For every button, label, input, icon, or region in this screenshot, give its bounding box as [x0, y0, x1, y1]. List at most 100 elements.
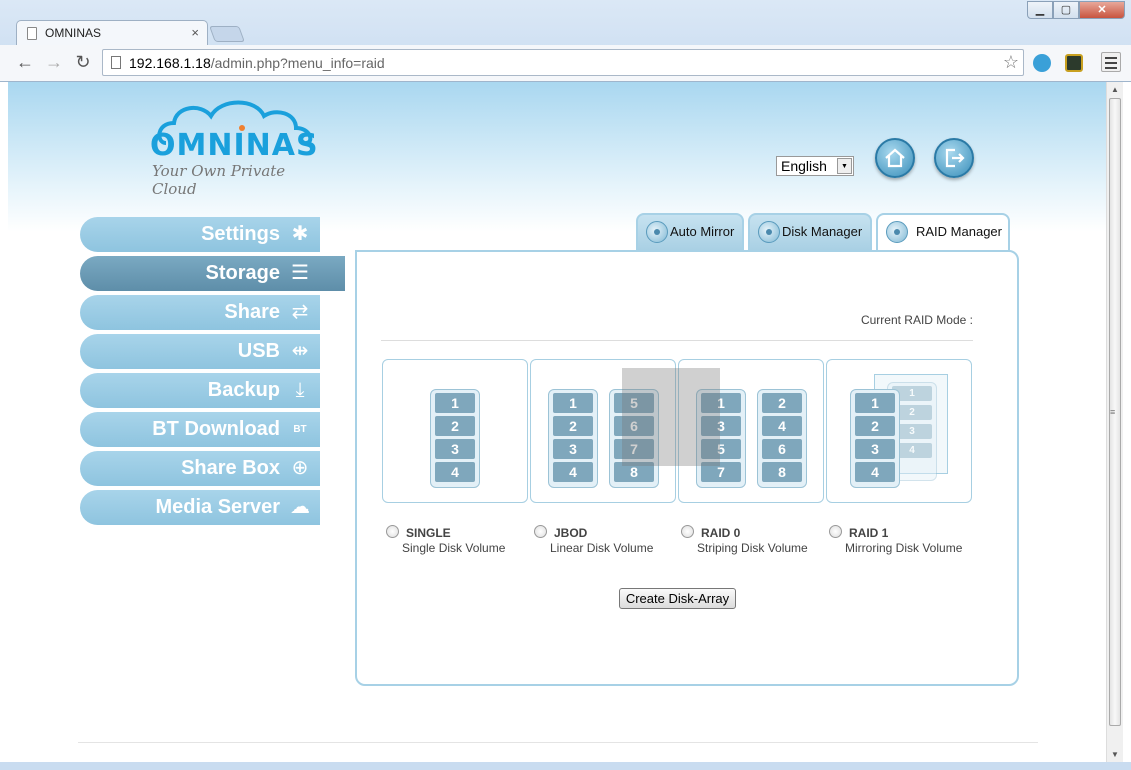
create-disk-array-button[interactable]: Create Disk-Array	[619, 588, 736, 609]
window-controls: ▁ ▢ ✕	[1027, 1, 1125, 19]
watermark-overlay	[622, 368, 720, 466]
sidebar-item-share-box[interactable]: Share Box ⊕	[80, 451, 320, 486]
tab-disk-manager[interactable]: Disk Manager	[748, 213, 872, 250]
scroll-down-icon[interactable]: ▼	[1111, 750, 1119, 759]
radio-raid0[interactable]	[681, 525, 694, 538]
raid-option-desc: Single Disk Volume	[402, 541, 506, 555]
bt-download-icon: BT	[293, 424, 307, 435]
sidebar-item-label: BT Download	[152, 418, 280, 440]
storage-stack-icon: ☰	[291, 262, 309, 284]
browser-toolbar: ← → ↻ 192.168.1.18/admin.php?menu_info=r…	[0, 45, 1131, 81]
minimize-button[interactable]: ▁	[1027, 1, 1053, 19]
disk-slot: 6	[762, 439, 802, 459]
tab-raid-manager[interactable]: RAID Manager	[876, 213, 1010, 252]
sidebar-item-label: Settings	[201, 223, 280, 245]
sidebar-item-label: Media Server	[155, 496, 280, 518]
window-bottom-frame	[0, 762, 1131, 770]
reload-icon[interactable]: ↻	[72, 52, 94, 73]
language-select[interactable]: English ▼	[776, 156, 854, 176]
tab-auto-mirror[interactable]: Auto Mirror	[636, 213, 744, 250]
logo-tagline: Your Own Private Cloud	[152, 162, 286, 198]
disk-icon	[646, 221, 668, 243]
home-icon	[885, 148, 905, 168]
skype-extension-icon[interactable]	[1033, 54, 1051, 72]
new-tab-button[interactable]	[209, 26, 245, 42]
tab-close-icon[interactable]: ×	[191, 25, 199, 40]
disk-stack: 2 4 6 8	[757, 389, 807, 488]
sidebar-item-label: Storage	[205, 262, 280, 284]
language-value: English	[781, 158, 827, 174]
disk-slot: 4	[553, 462, 593, 482]
url-path: /admin.php?menu_info=raid	[210, 55, 385, 71]
back-icon[interactable]: ←	[14, 52, 36, 73]
raid-manager-panel: Current RAID Mode : 1 2 3 4 1 2 3 4 5 6 …	[355, 250, 1019, 686]
sidebar-item-backup[interactable]: Backup ⤓	[80, 373, 320, 408]
current-raid-mode-label: Current RAID Mode :	[860, 313, 973, 327]
disk-stack: 1 2 3 4	[430, 389, 480, 488]
page-viewport: OMNINAS Your Own Private Cloud English ▼…	[8, 82, 1106, 762]
sidebar-item-settings[interactable]: Settings ✱	[80, 217, 320, 252]
tab-label: RAID Manager	[916, 224, 1002, 239]
radio-single[interactable]	[386, 525, 399, 538]
url-host: 192.168.1.18	[129, 55, 211, 71]
disk-stack: 1 2 3 4	[548, 389, 598, 488]
raid-option-desc: Striping Disk Volume	[697, 541, 808, 555]
logo-text: OMNINAS	[150, 128, 319, 163]
disk-slot: 2	[435, 416, 475, 436]
radio-jbod[interactable]	[534, 525, 547, 538]
sidebar-item-bt-download[interactable]: BT Download BT	[80, 412, 320, 447]
disk-slot: 2	[762, 393, 802, 413]
sidebar-item-usb[interactable]: USB ⇹	[80, 334, 320, 369]
url-text: 192.168.1.18/admin.php?menu_info=raid	[129, 55, 385, 71]
extension-icon[interactable]	[1065, 54, 1083, 72]
disk-slot: 8	[762, 462, 802, 482]
media-server-icon: ☁	[290, 496, 310, 518]
tab-label: Disk Manager	[782, 224, 863, 239]
disk-slot: 1	[435, 393, 475, 413]
sidebar-item-storage[interactable]: Storage ☰	[80, 256, 345, 291]
raid-option-desc: Mirroring Disk Volume	[845, 541, 963, 555]
disk-slot: 3	[435, 439, 475, 459]
forward-icon[interactable]: →	[43, 52, 65, 73]
divider	[381, 340, 973, 341]
raid-diagram-raid1[interactable]: 1 2 3 4 1 2 3 4	[826, 359, 972, 503]
disk-slot: 4	[855, 462, 895, 482]
browser-menu-icon[interactable]	[1101, 52, 1121, 72]
vertical-scrollbar[interactable]: ▲ ≡ ▼	[1106, 82, 1123, 762]
sidebar-item-share[interactable]: Share ⇄	[80, 295, 320, 330]
disk-slot: 4	[762, 416, 802, 436]
sidebar-item-media-server[interactable]: Media Server ☁	[80, 490, 320, 525]
share-arrows-icon: ⇄	[291, 301, 309, 323]
disk-slot: 1	[553, 393, 593, 413]
page-favicon-icon	[27, 27, 37, 40]
bookmark-star-icon[interactable]: ☆	[1003, 52, 1019, 73]
radio-raid1[interactable]	[829, 525, 842, 538]
browser-tab[interactable]: OMNINAS ×	[16, 20, 208, 45]
logout-button[interactable]	[934, 138, 974, 178]
raid-option-name: JBOD	[554, 526, 588, 540]
chevron-down-icon[interactable]: ▼	[837, 158, 852, 174]
footer-divider	[78, 742, 1038, 743]
share-box-icon: ⊕	[291, 457, 309, 479]
raid-option-name: RAID 1	[849, 526, 889, 540]
tab-title: OMNINAS	[45, 26, 102, 40]
close-window-button[interactable]: ✕	[1079, 1, 1125, 19]
logout-icon	[945, 148, 965, 168]
disk-slot: 3	[855, 439, 895, 459]
snowflake-icon: ✱	[291, 223, 309, 245]
maximize-button[interactable]: ▢	[1053, 1, 1079, 19]
address-bar[interactable]: 192.168.1.18/admin.php?menu_info=raid ☆	[102, 49, 1024, 76]
browser-chrome: OMNINAS × ▁ ▢ ✕ ← → ↻ 192.168.1.18/admin…	[0, 0, 1131, 82]
page-icon	[111, 56, 121, 69]
disk-slot: 2	[553, 416, 593, 436]
raid-option-desc: Linear Disk Volume	[550, 541, 654, 555]
sidebar-item-label: Share	[224, 301, 280, 323]
disk-slot: 2	[855, 416, 895, 436]
omninas-logo: OMNINAS Your Own Private Cloud	[148, 98, 323, 198]
home-button[interactable]	[875, 138, 915, 178]
scroll-up-icon[interactable]: ▲	[1111, 85, 1119, 94]
backup-icon: ⤓	[295, 379, 305, 401]
raid-diagram-single[interactable]: 1 2 3 4	[382, 359, 528, 503]
raid-option-name: SINGLE	[406, 526, 451, 540]
tab-label: Auto Mirror	[670, 224, 735, 239]
